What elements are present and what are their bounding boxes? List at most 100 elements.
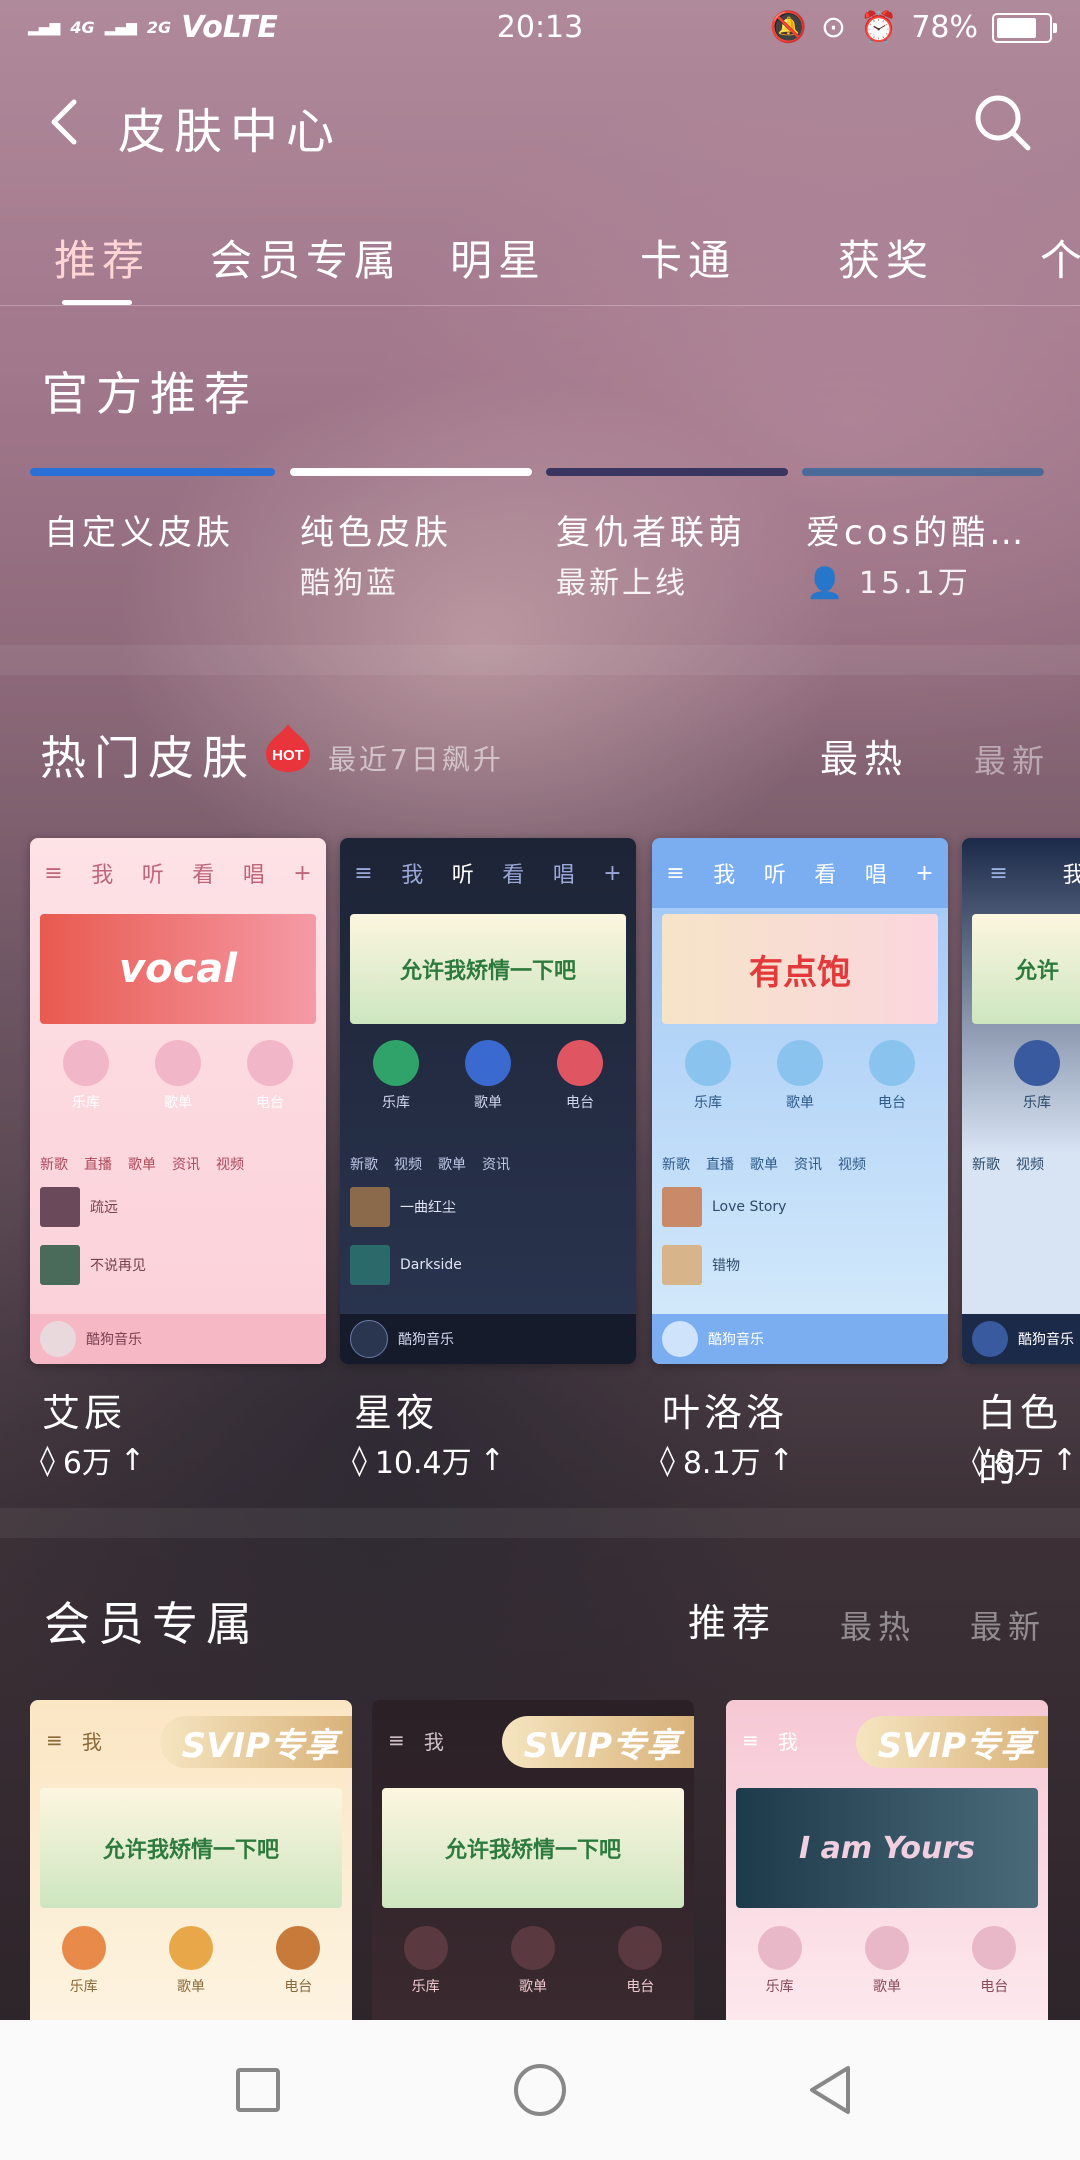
section-divider [0, 1508, 1080, 1538]
menu-icon: ≡ [44, 860, 63, 886]
header: 皮肤中心 [0, 70, 1080, 180]
card-icon-label: 电台 [256, 1095, 284, 1111]
sort-hottest[interactable]: 最热 [820, 728, 908, 783]
card-list-tabs: 新歌 视频 [972, 1157, 1044, 1173]
skin-card-xingye[interactable]: ≡ 我听看唱 + 允许我矫情一下吧 乐库 歌单 电台 新歌 视频 歌单 资讯 一曲红尘… [340, 838, 636, 1364]
tab-cartoon[interactable]: 卡通 [640, 227, 736, 288]
card-icons: 乐库 歌单 电台 [30, 1030, 326, 1150]
lock-rotation-icon: ⊙ [820, 10, 846, 45]
card-icons: 乐库 歌单 电台 [652, 1030, 948, 1150]
card-topbar: ≡ 我 听 看 唱 + [30, 838, 326, 908]
arrow-up-icon: ↑ [119, 1442, 146, 1478]
flame-icon: ◊ [352, 1442, 367, 1478]
card-tab: 唱 [242, 863, 265, 888]
sort-newest[interactable]: 最新 [970, 1602, 1046, 1648]
skin-count: ◊ 8.1万 ↑ [660, 1442, 794, 1482]
search-icon[interactable] [968, 88, 1038, 158]
skin-name: 叶洛洛 [662, 1391, 789, 1435]
vip-skin-card[interactable]: ≡ 我 SVIP专享 I am Yours 乐库 歌单 电台 [726, 1700, 1048, 2020]
svip-badge: SVIP专享 [159, 1716, 352, 1768]
tab-star[interactable]: 明星 [450, 227, 546, 288]
skin-count: ◊ 8万 ↑ [972, 1442, 1078, 1482]
official-item-bar [546, 468, 788, 476]
hot-section-title: 热门皮肤 [40, 731, 256, 785]
system-nav-bar [0, 2020, 1080, 2160]
official-item-count: 15.1万 [858, 566, 971, 601]
tab-indicator [62, 300, 132, 305]
card-icons: 乐库 [962, 1030, 1080, 1150]
card-song: 一曲红尘 [350, 1182, 626, 1232]
tab-recommend[interactable]: 推荐 [54, 227, 150, 288]
arrow-up-icon: ↑ [479, 1442, 505, 1478]
vip-skin-card[interactable]: ≡ 我 SVIP专享 允许我矫情一下吧 乐库 歌单 电台 [30, 1700, 352, 2020]
arrow-up-icon: ↑ [768, 1442, 794, 1478]
card-icon-label: 歌单 [164, 1095, 192, 1111]
card-banner: 允许 [972, 914, 1080, 1024]
menu-icon: ≡ [666, 860, 685, 886]
menu-icon: ≡ [388, 1728, 405, 1752]
flame-icon: ◊ [40, 1442, 55, 1478]
tab-more[interactable]: 个 [1040, 227, 1080, 288]
skin-count: ◊ 10.4万 ↑ [352, 1442, 505, 1482]
card-list-tabs: 新歌 直播 歌单 资讯 视频 [40, 1157, 244, 1173]
hot-badge: HOT [262, 722, 314, 774]
card-player: 酷狗音乐 [340, 1314, 636, 1364]
svip-badge: SVIP专享 [501, 1716, 694, 1768]
vcard-icons: 乐库 歌单 电台 [372, 1916, 694, 1996]
card-song: 错物 [662, 1240, 938, 1290]
card-song: 疏远 [40, 1182, 316, 1232]
official-item-cos[interactable]: 爱cos的酷… [806, 505, 1027, 554]
circle-icon[interactable] [510, 2060, 570, 2120]
section-divider [0, 645, 1080, 675]
official-item-avengers[interactable]: 复仇者联萌 [556, 505, 746, 554]
menu-icon: ≡ [989, 860, 1008, 886]
hot-badge-label: HOT [272, 747, 304, 764]
status-bar: ▂▄▆ 4G ▂▄▆ 2G VoLTE 20:13 🔕 ⊙ ⏰ 78% [0, 0, 1080, 56]
card-list-tabs: 新歌 视频 歌单 资讯 [350, 1157, 510, 1173]
chevron-left-icon[interactable] [36, 92, 96, 152]
sort-recommend[interactable]: 推荐 [688, 1592, 776, 1647]
arrow-up-icon: ↑ [1051, 1442, 1078, 1478]
card-icons: 乐库 歌单 电台 [340, 1030, 636, 1150]
official-item-sub: 酷狗蓝 [300, 566, 399, 601]
card-tab: 看 [192, 863, 215, 888]
skin-name: 星夜 [354, 1391, 439, 1435]
official-item-bar [802, 468, 1044, 476]
card-player: 酷狗音乐 [30, 1314, 326, 1364]
card-icon-label: 乐库 [72, 1095, 100, 1111]
alarm-icon: ⏰ [859, 10, 898, 45]
skin-card-aichen[interactable]: ≡ 我 听 看 唱 + vocal 乐库 歌单 电台 新歌 直播 歌单 资讯 视频 疏远… [30, 838, 326, 1364]
triangle-back-icon[interactable] [800, 2060, 860, 2120]
card-player: 酷狗音乐 [962, 1314, 1080, 1364]
official-item-bar [290, 468, 532, 476]
svip-badge: SVIP专享 [855, 1716, 1048, 1768]
card-banner: vocal [40, 914, 316, 1024]
card-topbar: ≡ 我 [989, 860, 1080, 889]
tab-vip[interactable]: 会员专属 [210, 227, 402, 288]
vip-section-title: 会员专属 [44, 1597, 260, 1651]
plus-icon: + [915, 860, 934, 886]
square-icon[interactable] [228, 2060, 288, 2120]
user-icon: 👤 [806, 566, 847, 601]
sort-newest[interactable]: 最新 [974, 736, 1050, 782]
vip-skin-card[interactable]: ≡ 我 SVIP专享 允许我矫情一下吧 乐库 歌单 电台 [372, 1700, 694, 2020]
skin-card-white[interactable]: ≡ 我 允许 乐库 新歌 视频 酷狗音乐 [962, 838, 1080, 1364]
page-title: 皮肤中心 [118, 104, 343, 160]
skin-card-yeluoluo[interactable]: ≡ 我听看唱 + 有点饱 乐库 歌单 电台 新歌 直播 歌单 资讯 视频 Love St… [652, 838, 948, 1364]
menu-icon: ≡ [742, 1728, 759, 1752]
official-item-solid[interactable]: 纯色皮肤 [300, 505, 452, 554]
card-tab: 听 [141, 863, 164, 888]
card-song: 不说再见 [40, 1240, 316, 1290]
vcard-banner: I am Yours [736, 1788, 1038, 1908]
plus-icon: + [293, 860, 312, 886]
official-item-sub: 最新上线 [556, 566, 688, 601]
official-item-custom[interactable]: 自定义皮肤 [44, 505, 234, 554]
sort-hottest[interactable]: 最热 [840, 1602, 916, 1648]
vcard-banner: 允许我矫情一下吧 [382, 1788, 684, 1908]
battery-icon [992, 12, 1057, 43]
tab-award[interactable]: 获奖 [838, 227, 934, 288]
card-song: Love Story [662, 1182, 938, 1232]
battery-percent: 78% [911, 10, 978, 45]
category-tabs: 推荐 会员专属 明星 卡通 获奖 个 [0, 215, 1080, 306]
official-item-bar [30, 468, 275, 476]
